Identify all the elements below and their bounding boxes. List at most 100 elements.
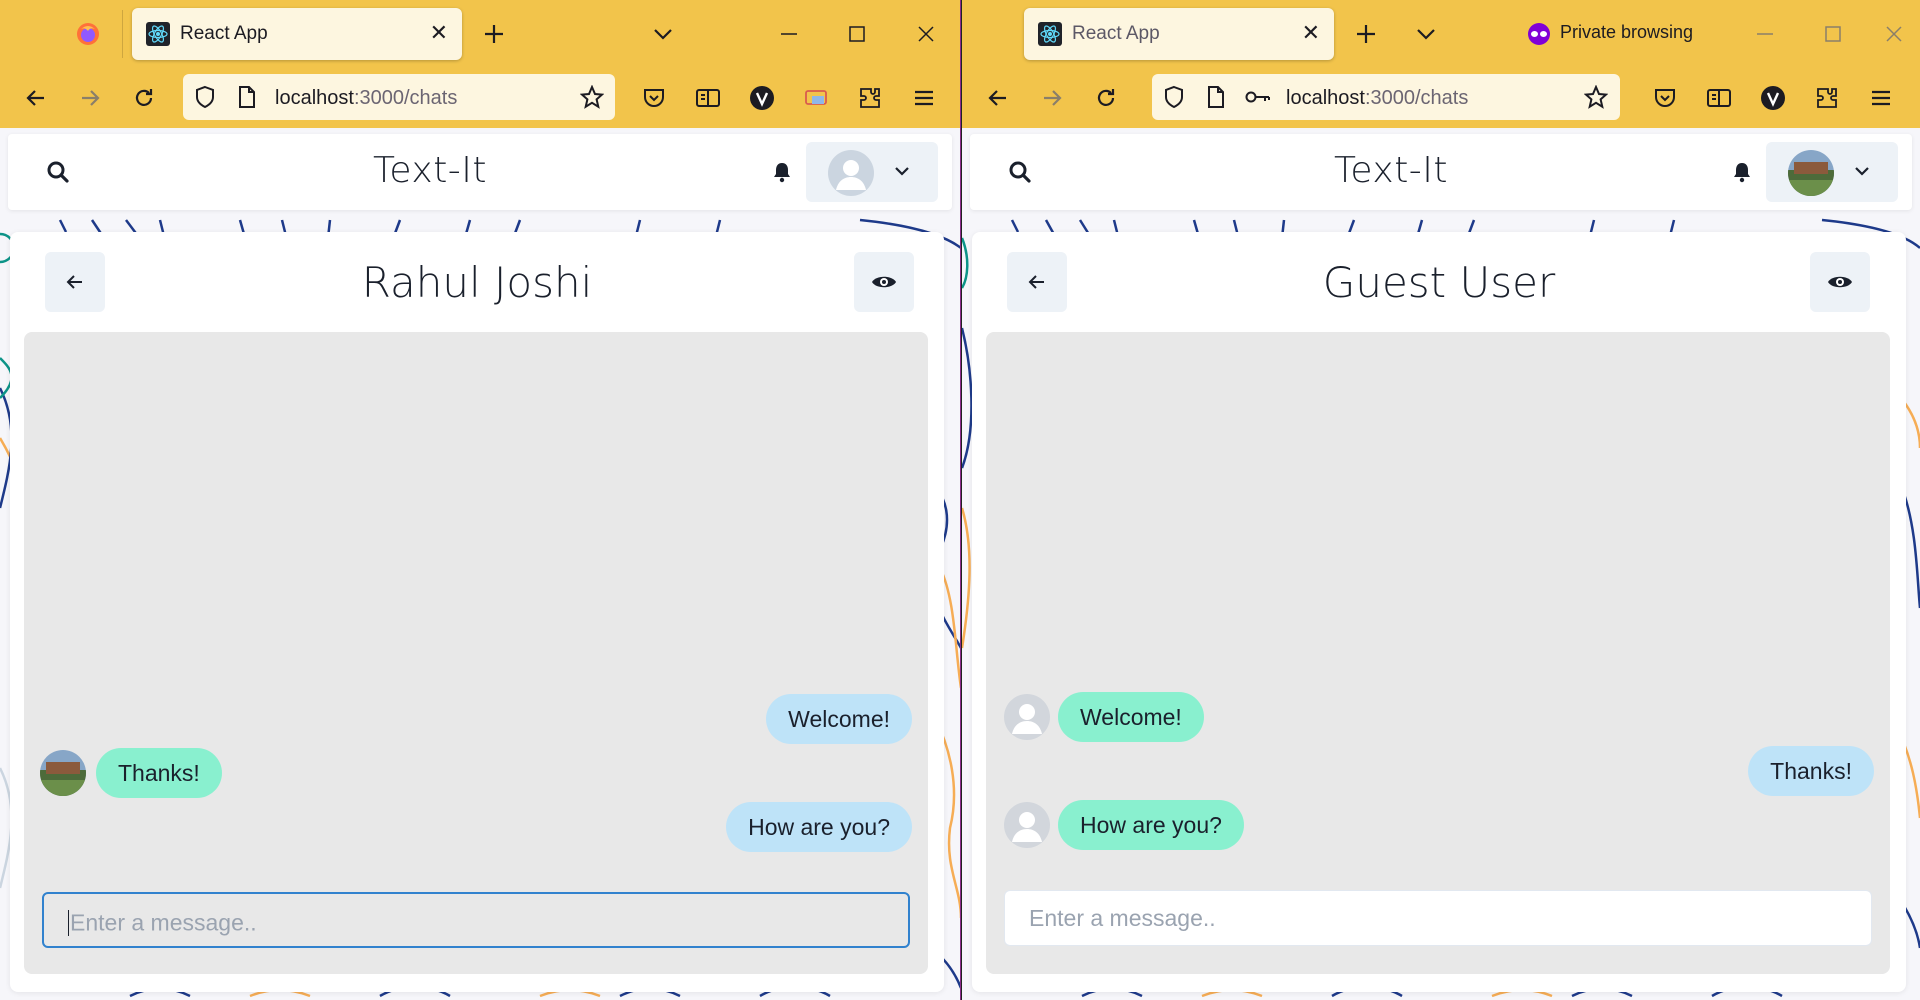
menu-icon[interactable] <box>904 78 944 118</box>
plus-icon[interactable] <box>474 14 514 54</box>
bell-icon[interactable] <box>1722 152 1762 192</box>
tab-separator <box>122 10 123 58</box>
avatar <box>1788 150 1834 196</box>
page-content: Text-It Guest User Welcome! Thanks! How … <box>962 128 1920 1000</box>
avatar <box>40 750 86 796</box>
tab-title: React App <box>1072 23 1160 44</box>
react-icon <box>1038 22 1062 46</box>
message-bubble-received: How are you? <box>1058 800 1244 850</box>
message-bubble-received: Welcome! <box>1058 692 1204 742</box>
chevron-down-icon <box>1854 164 1870 182</box>
message-bubble-sent: Welcome! <box>766 694 912 744</box>
message-list: Welcome! Thanks! How are you? Enter a me… <box>986 332 1890 974</box>
search-icon[interactable] <box>1000 152 1040 192</box>
message-bubble-sent: How are you? <box>726 802 912 852</box>
pocket-icon[interactable] <box>1645 78 1685 118</box>
forward-icon[interactable] <box>1032 78 1072 118</box>
user-placeholder-icon <box>1004 802 1050 848</box>
key-icon[interactable] <box>1238 77 1278 117</box>
shield-icon[interactable] <box>185 77 225 117</box>
star-icon[interactable] <box>1576 77 1616 117</box>
app-header: Text-It <box>8 134 952 210</box>
extensions-icon[interactable] <box>850 78 890 118</box>
extensions-icon[interactable] <box>1807 78 1847 118</box>
app-title: Text-It <box>373 150 488 191</box>
browser-chrome: React App ✕ Private browsing localhost:3… <box>962 0 1920 128</box>
bell-icon[interactable] <box>762 152 802 192</box>
message-bubble-received: Thanks! <box>96 748 222 798</box>
url-bar[interactable]: localhost:3000/chats <box>183 74 615 120</box>
user-menu-button[interactable] <box>1766 142 1898 202</box>
url-text: localhost:3000/chats <box>1286 87 1468 110</box>
tab-react-app[interactable]: React App ✕ <box>1024 8 1334 60</box>
url-host: localhost <box>1286 87 1365 109</box>
url-path: :3000/chats <box>1364 87 1469 109</box>
message-list: Welcome! Thanks! How are you? Enter a me… <box>24 332 928 974</box>
app-title: Text-It <box>1334 150 1449 191</box>
maximize-icon[interactable] <box>837 14 877 54</box>
minimize-icon[interactable] <box>1745 14 1785 54</box>
pocket-icon[interactable] <box>634 78 674 118</box>
url-bar[interactable]: localhost:3000/chats <box>1152 74 1620 120</box>
text-cursor <box>68 909 69 936</box>
eye-icon <box>872 276 896 288</box>
private-mask-icon <box>1526 22 1552 51</box>
forward-icon[interactable] <box>70 78 110 118</box>
browser-chrome: React App ✕ localhost:3000/chats <box>0 0 960 128</box>
search-icon[interactable] <box>38 152 78 192</box>
chat-panel: Guest User Welcome! Thanks! How are you?… <box>972 232 1906 992</box>
shield-icon[interactable] <box>1154 77 1194 117</box>
browser-window-right: React App ✕ Private browsing localhost:3… <box>962 0 1920 1000</box>
nav-bar: localhost:3000/chats <box>962 68 1920 128</box>
message-input[interactable]: Enter a message.. <box>42 892 910 948</box>
reload-icon[interactable] <box>124 78 164 118</box>
chevron-down-icon[interactable] <box>1406 14 1446 54</box>
chevron-down-icon <box>894 164 910 182</box>
chevron-down-icon[interactable] <box>643 14 683 54</box>
private-browsing-label: Private browsing <box>1560 22 1694 42</box>
close-icon[interactable] <box>906 14 946 54</box>
minimize-icon[interactable] <box>769 14 809 54</box>
message-input-placeholder: Enter a message.. <box>70 909 257 936</box>
user-menu-button[interactable] <box>806 142 938 202</box>
back-icon[interactable] <box>16 78 56 118</box>
user-placeholder-icon <box>828 150 874 196</box>
url-text: localhost:3000/chats <box>275 87 457 110</box>
reader-icon[interactable] <box>1699 78 1739 118</box>
view-profile-button[interactable] <box>854 252 914 312</box>
chat-recipient-name: Rahul Joshi <box>361 258 593 307</box>
firefox-icon[interactable] <box>68 14 108 54</box>
vpn-icon[interactable] <box>1753 78 1793 118</box>
chat-panel: Rahul Joshi Welcome! Thanks! How are you… <box>10 232 944 992</box>
page-content: Text-It Rahul Joshi Welcome! Thanks! How… <box>0 128 960 1000</box>
close-icon[interactable] <box>1874 14 1914 54</box>
screen-share-icon[interactable] <box>796 78 836 118</box>
message-bubble-sent: Thanks! <box>1748 746 1874 796</box>
maximize-icon[interactable] <box>1813 14 1853 54</box>
chat-recipient-name: Guest User <box>1322 258 1556 307</box>
star-icon[interactable] <box>572 77 612 117</box>
plus-icon[interactable] <box>1346 14 1386 54</box>
react-icon <box>146 22 170 46</box>
back-icon[interactable] <box>978 78 1018 118</box>
page-icon <box>1196 77 1236 117</box>
reload-icon[interactable] <box>1086 78 1126 118</box>
close-icon[interactable]: ✕ <box>430 20 448 46</box>
reader-icon[interactable] <box>688 78 728 118</box>
close-icon[interactable]: ✕ <box>1302 20 1320 46</box>
url-path: :3000/chats <box>353 87 458 109</box>
tab-strip: React App ✕ <box>0 0 960 68</box>
tab-strip: React App ✕ Private browsing <box>962 0 1920 68</box>
browser-window-left: React App ✕ localhost:3000/chats Text-It… <box>0 0 961 1000</box>
user-placeholder-icon <box>1004 694 1050 740</box>
tab-title: React App <box>180 23 268 44</box>
eye-icon <box>1828 276 1852 288</box>
url-host: localhost <box>275 87 354 109</box>
view-profile-button[interactable] <box>1810 252 1870 312</box>
tab-react-app[interactable]: React App ✕ <box>132 8 462 60</box>
message-input-placeholder: Enter a message.. <box>1029 905 1216 931</box>
message-input[interactable]: Enter a message.. <box>1004 890 1872 946</box>
vpn-icon[interactable] <box>742 78 782 118</box>
menu-icon[interactable] <box>1861 78 1901 118</box>
app-header: Text-It <box>970 134 1912 210</box>
